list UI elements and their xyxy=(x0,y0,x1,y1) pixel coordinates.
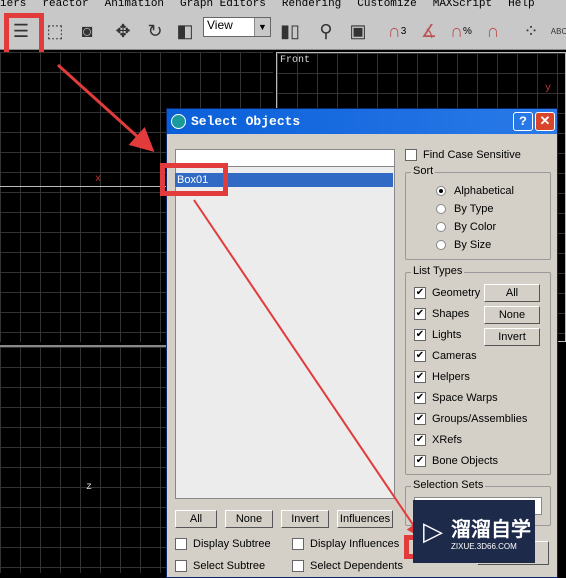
arrow-2 xyxy=(193,199,423,539)
annotation-arrows xyxy=(56,63,423,539)
watermark-url: ZIXUE.3D66.COM xyxy=(451,541,517,551)
watermark-text: 溜溜自学 xyxy=(451,518,531,541)
watermark-logo: ▷ 溜溜自学 ZIXUE.3D66.COM xyxy=(413,500,535,563)
play-icon: ▷ xyxy=(423,516,443,546)
arrow-1 xyxy=(56,63,155,153)
